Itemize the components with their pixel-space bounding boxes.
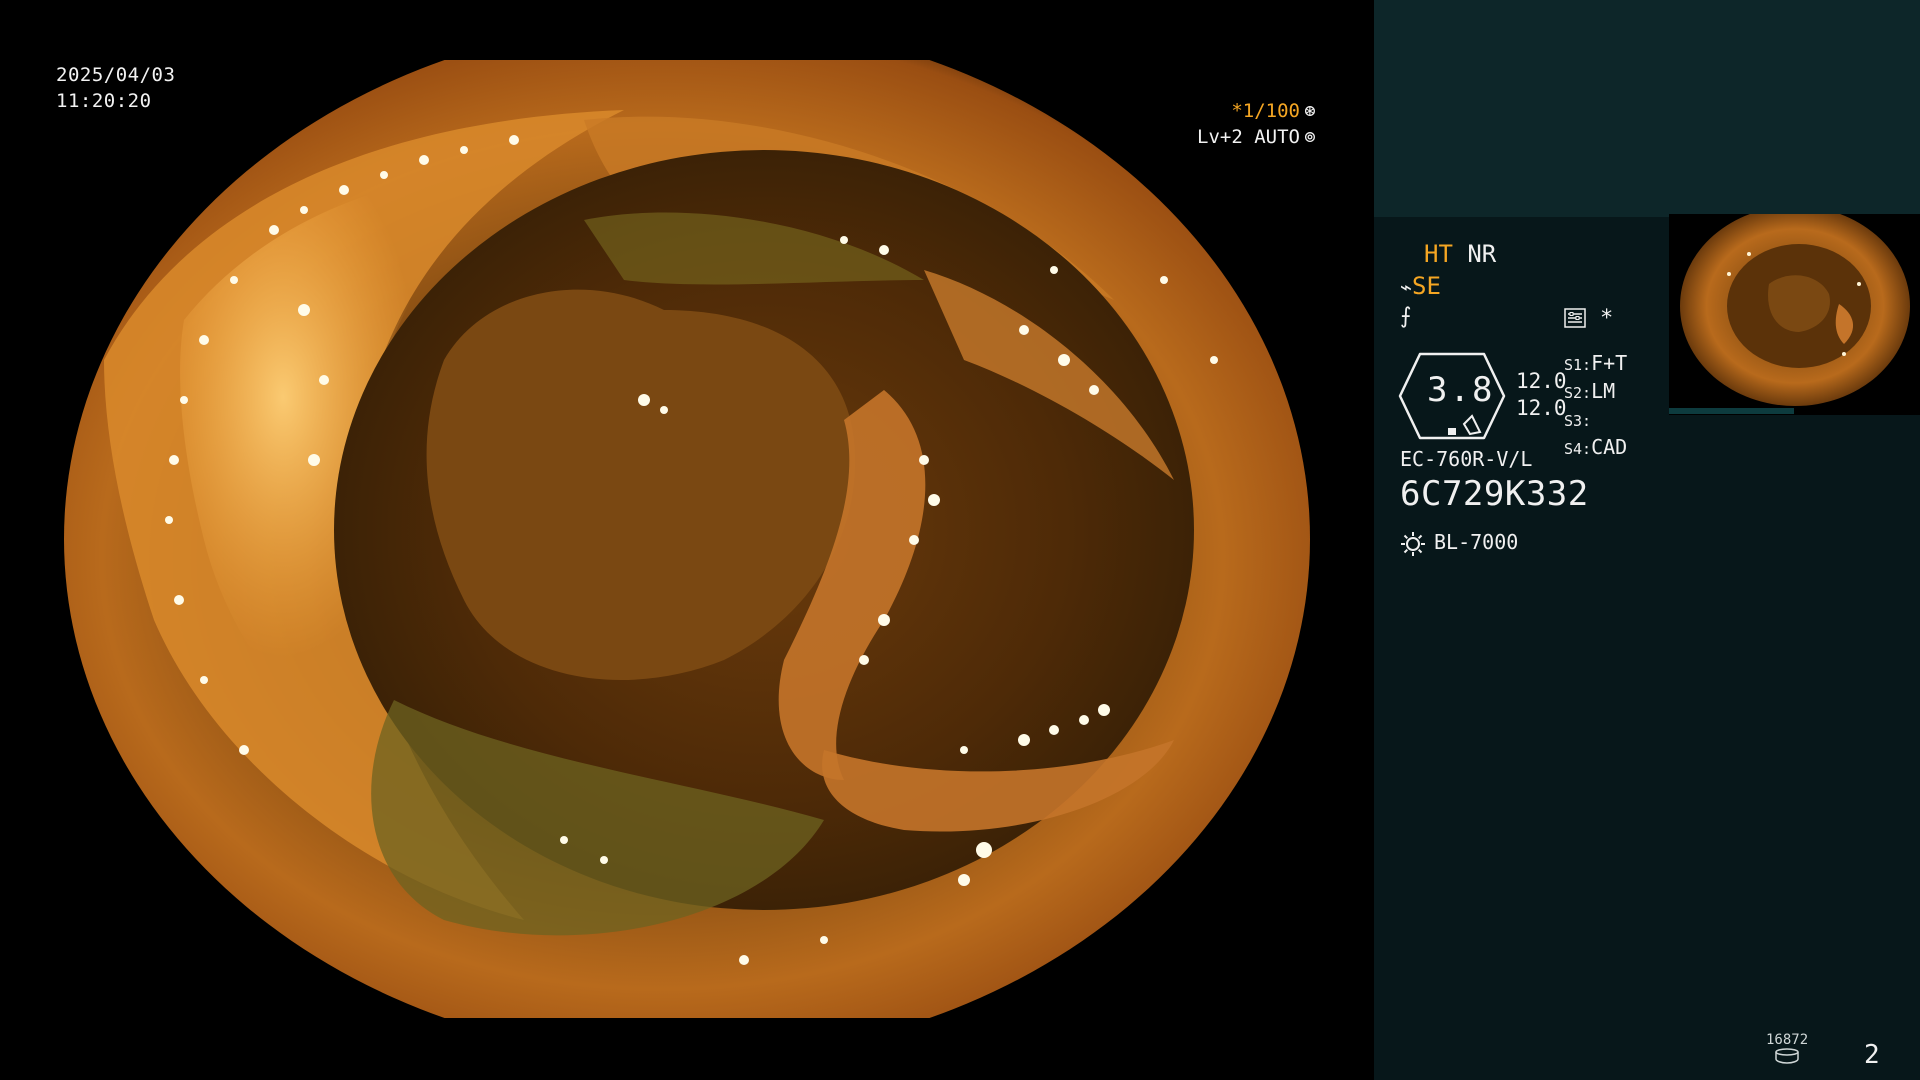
shutter-speed: *1/100: [1231, 100, 1300, 122]
enhancement-labels: HT NR: [1424, 240, 1496, 268]
date-text: 2025/04/03: [56, 64, 176, 86]
thumbnail-image[interactable]: [1669, 214, 1920, 415]
timestamp: 2025/04/03 11:20:20: [56, 62, 175, 114]
star-indicator: *: [1600, 306, 1614, 331]
time-text: 11:20:20: [56, 90, 152, 112]
se-indicator: ⌁SE: [1400, 272, 1441, 300]
record-count: 16872: [1766, 1032, 1809, 1048]
aperture-icon: ⊛: [1304, 100, 1316, 122]
curve-icon: ⌁: [1400, 275, 1413, 299]
thumbnail-bar: [1669, 408, 1794, 414]
se-label: SE: [1412, 272, 1441, 300]
endoscopy-screen: 2025/04/03 11:20:20 *1/100⊛ Lv+2 AUTO⊚: [0, 0, 1920, 1080]
switch-assignments: S1:F+T S2:LM S3: S4:CAD: [1564, 350, 1627, 462]
switch-s2: S2:LM: [1564, 379, 1616, 403]
scope-serial: 6C729K332: [1400, 474, 1589, 514]
switch-s1: S1:F+T: [1564, 351, 1628, 375]
nr-label: NR: [1467, 240, 1497, 268]
value-2: 12.0: [1516, 396, 1567, 420]
settings-icon: [1564, 308, 1586, 328]
iris-mode: AUTO: [1254, 126, 1300, 148]
iris-icon: ⊚: [1304, 126, 1316, 148]
switch-s3: S3:: [1564, 412, 1592, 430]
disk-icon: [1775, 1048, 1799, 1064]
light-source-label: BL-7000: [1434, 530, 1519, 554]
shutter-info: *1/100 ⊛ Lv+2 AUTO ⊚: [1197, 98, 1320, 150]
iris-value: 3.8: [1427, 370, 1495, 410]
page-number: 2: [1864, 1040, 1880, 1070]
iris-level: Lv+2: [1197, 126, 1243, 148]
sun-icon: [1401, 531, 1425, 556]
info-panel: HT NR ⌁SE ⨍ * 3.8 12.0 12.0 S1:F+T S2:LM…: [1374, 0, 1920, 1080]
endoscope-image: [64, 60, 1310, 1018]
panel-header-area: [1374, 0, 1920, 217]
scope-model: EC-760R-V/L: [1400, 447, 1533, 471]
switch-s4: S4:CAD: [1564, 435, 1628, 459]
f-slash-icon: ⨍: [1400, 304, 1412, 329]
ht-label: HT: [1424, 240, 1453, 268]
value-1: 12.0: [1516, 369, 1567, 393]
light-source: BL-7000: [1400, 530, 1518, 557]
gain-values: 12.0 12.0: [1516, 368, 1567, 422]
